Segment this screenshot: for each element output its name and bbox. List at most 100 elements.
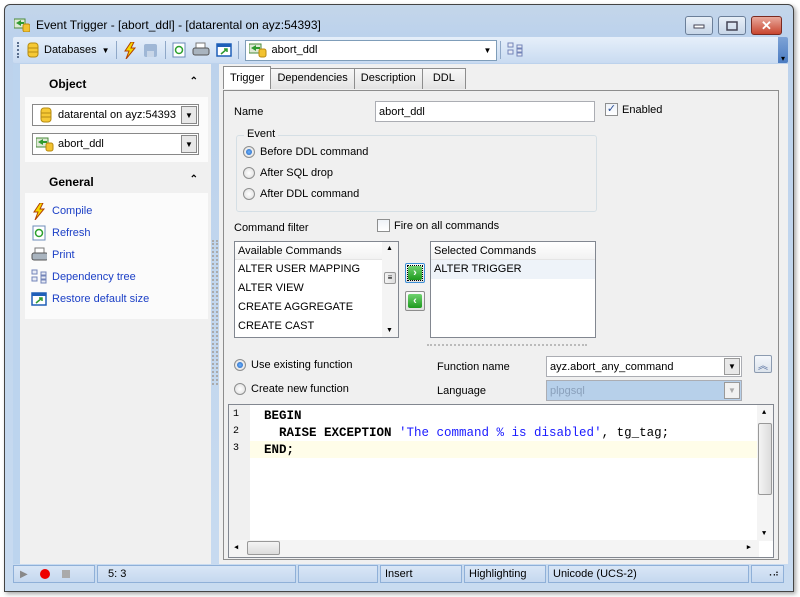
tab-dependencies[interactable]: Dependencies [270, 68, 355, 89]
refresh-icon [32, 225, 46, 241]
close-button[interactable]: ✕ [751, 16, 782, 35]
chevron-down-icon[interactable]: ▼ [181, 106, 197, 124]
resize-grip-icon[interactable]: ⠠⠴ [751, 565, 784, 583]
object-combo[interactable]: abort_ddl ▼ [32, 133, 199, 155]
code-line[interactable]: BEGIN [250, 407, 761, 424]
code-line[interactable]: RAISE EXCEPTION 'The command % is disabl… [250, 424, 761, 441]
sidebar-splitter[interactable] [212, 240, 218, 385]
collapse-panel-button[interactable]: ︽ [754, 355, 772, 373]
restore-default-size-button[interactable] [213, 39, 235, 61]
radio-after-sql-drop[interactable]: After SQL drop [243, 167, 333, 179]
toolbar-grip[interactable] [17, 42, 20, 58]
editor-horizontal-scrollbar[interactable]: ◀ ▶ [229, 540, 759, 557]
list-item[interactable]: CREATE CAST [235, 317, 398, 336]
object-selector-combo[interactable]: abort_ddl ▼ [244, 39, 497, 61]
scroll-thumb[interactable] [247, 541, 280, 555]
enabled-checkbox[interactable]: ✓ [605, 103, 618, 116]
remove-command-button[interactable]: ‹ [405, 291, 425, 311]
database-combo[interactable]: datarental on ayz:54393 ▼ [32, 104, 199, 126]
toolbar-overflow-button[interactable]: ▾ [778, 37, 788, 63]
code-keyword: END; [264, 443, 295, 457]
collapse-icon[interactable]: ⌃ [190, 76, 198, 87]
add-command-button[interactable]: › [405, 263, 425, 283]
general-section-header[interactable]: General ⌃ [25, 165, 208, 195]
radio-use-existing-function[interactable]: Use existing function [234, 359, 353, 371]
databases-menu-button[interactable]: Databases ▼ [24, 39, 113, 61]
editor-vertical-scrollbar[interactable]: ▲ ▼ [757, 405, 773, 541]
scroll-left-icon[interactable]: ◀ [234, 543, 238, 552]
scroll-down-icon[interactable]: ▼ [762, 530, 766, 538]
available-list-scrollbar[interactable]: ▲ ≡ ▼ [382, 242, 398, 337]
compile-button[interactable] [120, 39, 140, 61]
code-line-current[interactable]: END; [250, 441, 761, 458]
list-item[interactable]: ALTER TRIGGER [431, 260, 595, 279]
scroll-thumb[interactable]: ≡ [384, 272, 396, 284]
scroll-right-icon[interactable]: ▶ [747, 543, 751, 552]
available-commands-header: Available Commands [235, 242, 398, 260]
radio-dot [243, 188, 255, 200]
radio-before-ddl-command[interactable]: Before DDL command [243, 146, 368, 158]
radio-dot [234, 383, 246, 395]
sidebar-link-restore-default-size[interactable]: Restore default size [31, 291, 149, 307]
minimize-button[interactable] [685, 16, 713, 35]
sidebar-link-refresh[interactable]: Refresh [31, 225, 91, 241]
line-number-gutter: 1 2 3 [229, 405, 250, 541]
dependency-tree-button[interactable] [504, 39, 526, 61]
object-section-title: Object [49, 77, 87, 91]
selected-commands-list[interactable]: Selected Commands ALTER TRIGGER [430, 241, 596, 338]
maximize-button[interactable] [718, 16, 746, 35]
chevron-down-icon[interactable]: ▼ [482, 43, 494, 58]
chevron-down-icon[interactable]: ▼ [724, 358, 740, 375]
event-groupbox: Event Before DDL command After SQL drop … [236, 128, 597, 212]
toolbar-separator [115, 41, 117, 59]
databases-label: Databases [44, 44, 97, 56]
collapse-icon[interactable]: ⌃ [190, 174, 198, 185]
sql-editor[interactable]: 1 2 3 BEGIN RAISE EXCEPTION 'The command… [228, 404, 774, 558]
scroll-thumb[interactable] [758, 423, 772, 495]
tab-trigger[interactable]: Trigger [223, 66, 272, 89]
object-section-header[interactable]: Object ⌃ [25, 67, 208, 97]
chevron-down-icon[interactable]: ▼ [181, 135, 197, 153]
horizontal-splitter[interactable] [427, 344, 587, 348]
radio-dot [234, 359, 246, 371]
tab-strip: Trigger Dependencies Description DDL [223, 66, 466, 90]
tab-ddl[interactable]: DDL [421, 68, 466, 89]
minimize-icon [693, 24, 705, 28]
language-label: Language [437, 385, 486, 397]
list-item[interactable]: ALTER VIEW [235, 279, 398, 298]
printer-icon [31, 247, 47, 261]
scroll-up-icon[interactable]: ▲ [762, 409, 766, 417]
save-button[interactable] [140, 39, 162, 61]
general-panel: Compile Refresh Print Dependency tree Re… [25, 193, 208, 319]
tab-description[interactable]: Description [353, 68, 423, 89]
scroll-down-icon[interactable]: ▼ [386, 327, 393, 334]
sidebar-link-print[interactable]: Print [31, 247, 75, 263]
radio-create-new-function[interactable]: Create new function [234, 383, 349, 395]
available-commands-list[interactable]: Available Commands ALTER USER MAPPING AL… [234, 241, 399, 338]
arrow-left-icon: ‹ [408, 294, 422, 308]
function-name-combo[interactable]: ayz.abort_any_command ▼ [546, 356, 742, 377]
play-icon[interactable]: ▶ [20, 569, 28, 580]
enabled-label: Enabled [622, 104, 663, 116]
sidebar-link-compile[interactable]: Compile [31, 202, 92, 220]
line-number: 1 [233, 409, 240, 420]
sidebar-link-dependency-tree[interactable]: Dependency tree [31, 269, 136, 285]
scroll-up-icon[interactable]: ▲ [386, 245, 393, 252]
list-item[interactable]: ALTER USER MAPPING [235, 260, 398, 279]
list-item[interactable]: CREATE AGGREGATE [235, 298, 398, 317]
chevron-down-icon: ▼ [101, 45, 110, 55]
refresh-button[interactable] [169, 39, 189, 61]
edit-mode: Insert [380, 565, 462, 583]
stop-icon[interactable] [61, 570, 70, 578]
line-number: 2 [233, 426, 240, 437]
save-icon [143, 44, 157, 57]
print-button[interactable] [189, 39, 213, 61]
radio-after-ddl-command[interactable]: After DDL command [243, 188, 359, 200]
lightning-icon [123, 41, 136, 59]
record-icon[interactable] [39, 569, 50, 579]
cursor-position: 5: 3 [97, 565, 296, 583]
name-input[interactable]: abort_ddl [375, 101, 595, 122]
fire-on-all-checkbox[interactable] [377, 219, 390, 232]
lightning-icon [33, 202, 46, 220]
sidebar-link-label: Print [52, 249, 75, 261]
